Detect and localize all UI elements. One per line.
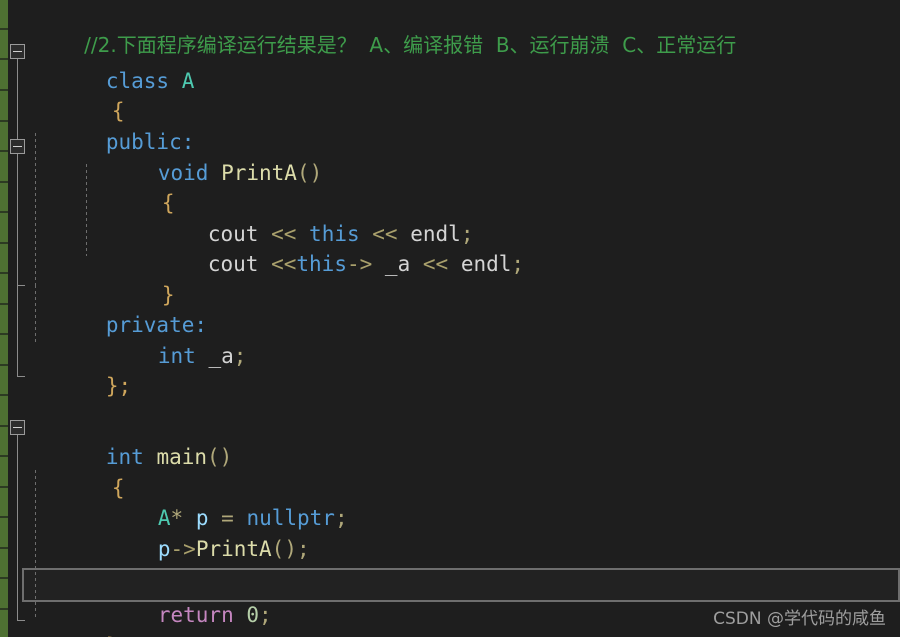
- code-line-main-signature[interactable]: int main(): [0, 412, 900, 469]
- code-line-main-open-brace[interactable]: {: [0, 443, 900, 500]
- code-line-printa-close-brace[interactable]: }: [0, 250, 900, 307]
- csdn-watermark: CSDN @学代码的咸鱼: [713, 609, 886, 629]
- code-line-method-call[interactable]: p->PrintA();: [0, 504, 900, 561]
- code-editor[interactable]: //2.下面程序编译运行结果是？ A、编译报错 B、运行崩溃 C、正常运行 cl…: [0, 0, 900, 637]
- token-printa-call: PrintA: [195, 537, 272, 561]
- code-line-return[interactable]: return 0;: [0, 570, 900, 627]
- code-line-public[interactable]: public:: [0, 97, 900, 154]
- token-class-close-brace: };: [105, 374, 132, 398]
- token-variable-p: p: [157, 537, 171, 561]
- code-line-printa-open-brace[interactable]: {: [0, 158, 900, 215]
- code-line-member-decl[interactable]: int _a;: [0, 311, 900, 368]
- code-line-pointer-decl[interactable]: A* p = nullptr;: [0, 473, 900, 530]
- token-call-parens: (): [271, 537, 297, 561]
- code-line-class-a[interactable]: class A: [0, 36, 900, 93]
- code-line-class-open-brace[interactable]: {: [0, 66, 900, 123]
- code-line-private[interactable]: private:: [0, 280, 900, 337]
- code-content[interactable]: //2.下面程序编译运行结果是？ A、编译报错 B、运行崩溃 C、正常运行 cl…: [0, 0, 900, 637]
- token-arrow-operator: ->: [170, 537, 196, 561]
- code-line-class-close[interactable]: };: [0, 341, 900, 398]
- code-line-cout-this[interactable]: cout << this << endl;: [0, 189, 900, 246]
- code-line-cout-member[interactable]: cout <<this-> _a << endl;: [0, 219, 900, 276]
- code-line-comment[interactable]: //2.下面程序编译运行结果是？ A、编译报错 B、运行崩溃 C、正常运行: [0, 0, 900, 57]
- code-line-printa-signature[interactable]: void PrintA(): [0, 128, 900, 185]
- token-semicolon: ;: [296, 537, 310, 561]
